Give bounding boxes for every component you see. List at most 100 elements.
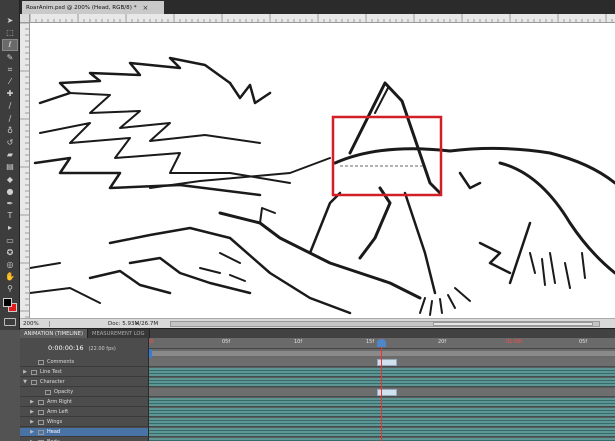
vertical-ruler[interactable] <box>20 23 30 318</box>
eraser-tool-icon[interactable]: ▰ <box>3 150 17 160</box>
layer-thumbnail-icon[interactable] <box>38 359 44 365</box>
document-canvas[interactable] <box>30 23 615 318</box>
work-area-range[interactable] <box>149 351 615 356</box>
history-brush-tool-icon[interactable]: ↺ <box>3 138 17 148</box>
timeline-tracks[interactable]: 0f 05f 10f 15f 20f 01:00f 05f <box>148 338 615 441</box>
expand-arrow-icon[interactable]: ▶ <box>29 419 35 425</box>
layer-name: Character <box>40 379 65 385</box>
move-tool-icon[interactable]: ➤ <box>3 16 17 26</box>
layer-name: Comments <box>47 359 75 365</box>
layer-track[interactable] <box>149 398 615 407</box>
timeline-tick-label: 0f <box>149 339 154 345</box>
timeline-tick-label: 05f <box>222 339 231 345</box>
document-tab-title: RoarAnim.psd @ 200% (Head, RGB/8) * <box>26 4 137 11</box>
layer-thumbnail-icon[interactable] <box>38 429 44 435</box>
path-select-tool-icon[interactable]: ▸ <box>3 223 17 233</box>
selection-highlight-box <box>331 115 443 197</box>
layer-thumbnail-icon[interactable] <box>31 379 37 385</box>
type-tool-icon[interactable]: T <box>3 211 17 221</box>
clone-stamp-tool-icon[interactable]: ♁ <box>3 126 17 136</box>
layer-thumbnail-icon[interactable] <box>38 419 44 425</box>
playhead-handle[interactable] <box>377 339 386 347</box>
healing-brush-tool-icon[interactable]: ✚ <box>3 89 17 99</box>
work-area-start-handle[interactable] <box>149 349 152 358</box>
3d-orbit-tool-icon[interactable]: ◎ <box>3 260 17 270</box>
document-size-info: Doc: 5.93M/26.7M <box>108 320 159 327</box>
sketch-artwork <box>30 56 615 316</box>
horizontal-ruler[interactable] <box>30 14 615 23</box>
dodge-tool-icon[interactable]: ● <box>3 187 17 197</box>
quick-mask-icon[interactable] <box>4 318 16 326</box>
close-icon[interactable]: × <box>143 4 149 12</box>
document-tab[interactable]: RoarAnim.psd @ 200% (Head, RGB/8) * × <box>22 1 164 14</box>
scrollbar-thumb[interactable] <box>433 322 593 326</box>
timeline-layer-row[interactable]: ▶ Arm Left <box>20 408 148 417</box>
expand-arrow-icon[interactable]: ▶ <box>29 429 35 435</box>
layer-thumbnail-icon[interactable] <box>38 409 44 415</box>
status-menu-arrow-icon[interactable]: ▸ <box>136 320 139 327</box>
timeline-tick-label: 15f <box>366 339 375 345</box>
layer-thumbnail-icon[interactable] <box>38 399 44 405</box>
layer-track[interactable] <box>149 408 615 417</box>
timeline-tick-label: 01:00f <box>506 339 523 345</box>
timeline-layer-row[interactable]: ▶ Line Test <box>20 368 148 377</box>
expand-arrow-icon[interactable]: ▶ <box>29 399 35 405</box>
gradient-tool-icon[interactable]: ▤ <box>3 162 17 172</box>
crop-tool-icon[interactable]: ⌗ <box>3 65 17 75</box>
timeline-layer-row[interactable]: ▶ Arm Right <box>20 398 148 407</box>
layer-name: Head <box>47 429 61 435</box>
document-tab-bar: RoarAnim.psd @ 200% (Head, RGB/8) * × <box>20 0 615 14</box>
layer-track[interactable] <box>149 358 615 367</box>
stopwatch-icon[interactable] <box>45 389 51 395</box>
layer-name: Opacity <box>54 389 74 395</box>
ruler-origin[interactable] <box>20 14 30 23</box>
brush-tool-icon[interactable]: ∕ <box>3 101 17 111</box>
timeline-layer-row[interactable]: Opacity <box>20 388 148 397</box>
frame-rate: (22.00 fps) <box>88 346 116 352</box>
expand-arrow-icon[interactable]: ▶ <box>29 409 35 415</box>
3d-rotate-tool-icon[interactable]: ✪ <box>3 248 17 258</box>
layer-name: Wings <box>47 419 63 425</box>
work-area-bar[interactable] <box>149 349 615 358</box>
timeline-layer-row[interactable]: ▶ Head <box>20 428 148 437</box>
layer-track[interactable] <box>149 428 615 437</box>
zoom-level[interactable]: 200% <box>20 320 50 327</box>
lasso-tool-icon[interactable]: ℓ <box>2 39 18 52</box>
timeline-tick-label: 10f <box>294 339 303 345</box>
pencil-tool-icon[interactable]: ∕ <box>3 114 17 124</box>
layer-track[interactable] <box>149 378 615 387</box>
timeline-layer-row[interactable]: ▶ Wings <box>20 418 148 427</box>
eyedropper-tool-icon[interactable]: ⁄ <box>3 77 17 87</box>
zoom-tool-icon[interactable]: ⚲ <box>3 284 17 294</box>
foreground-color-swatch[interactable] <box>3 298 12 307</box>
timeline-layer-row[interactable]: Comments <box>20 358 148 367</box>
animation-panel-tabs: ANIMATION (TIMELINE) MEASUREMENT LOG <box>20 328 615 339</box>
expand-arrow-icon[interactable]: ▶ <box>22 369 28 375</box>
layer-thumbnail-icon[interactable] <box>31 369 37 375</box>
marquee-tool-icon[interactable]: ⬚ <box>3 28 17 38</box>
layer-track[interactable] <box>149 368 615 377</box>
layer-name: Arm Right <box>47 399 73 405</box>
current-time-indicator[interactable] <box>377 338 386 441</box>
layer-track[interactable] <box>149 388 615 397</box>
horizontal-scrollbar[interactable] <box>170 321 600 327</box>
pen-tool-icon[interactable]: ✒ <box>3 199 17 209</box>
shape-tool-icon[interactable]: ▭ <box>3 236 17 246</box>
blur-tool-icon[interactable]: ◆ <box>3 175 17 185</box>
layer-track[interactable] <box>149 418 615 427</box>
layer-name: Arm Left <box>47 409 69 415</box>
layer-name: Line Test <box>40 369 62 375</box>
timeline-tick-label: 20f <box>438 339 447 345</box>
current-time-display[interactable]: 0:00:00:16 (22.00 fps) <box>20 338 148 358</box>
current-timecode: 0:00:00:16 <box>48 344 84 352</box>
timeline-layer-list: 0:00:00:16 (22.00 fps) Comments ▶ Line Tes… <box>20 338 148 441</box>
timeline-layer-row[interactable]: ▼ Character <box>20 378 148 387</box>
status-bar: 200% Doc: 5.93M/26.7M ▸ <box>20 318 615 328</box>
timeline-tick-label: 05f <box>579 339 588 345</box>
quick-select-tool-icon[interactable]: ✎ <box>3 53 17 63</box>
track-keyframe-region[interactable] <box>377 359 397 366</box>
hand-tool-icon[interactable]: ✋ <box>3 272 17 282</box>
track-keyframe-region[interactable] <box>377 389 397 396</box>
tools-panel: ➤ ⬚ ℓ ✎ ⌗ ⁄ ✚ ∕ ∕ ♁ ↺ ▰ ▤ ◆ ● ✒ T ▸ ▭ ✪ ◎ ✋ ⚲ <box>0 0 20 330</box>
expand-arrow-icon[interactable]: ▼ <box>22 379 28 385</box>
